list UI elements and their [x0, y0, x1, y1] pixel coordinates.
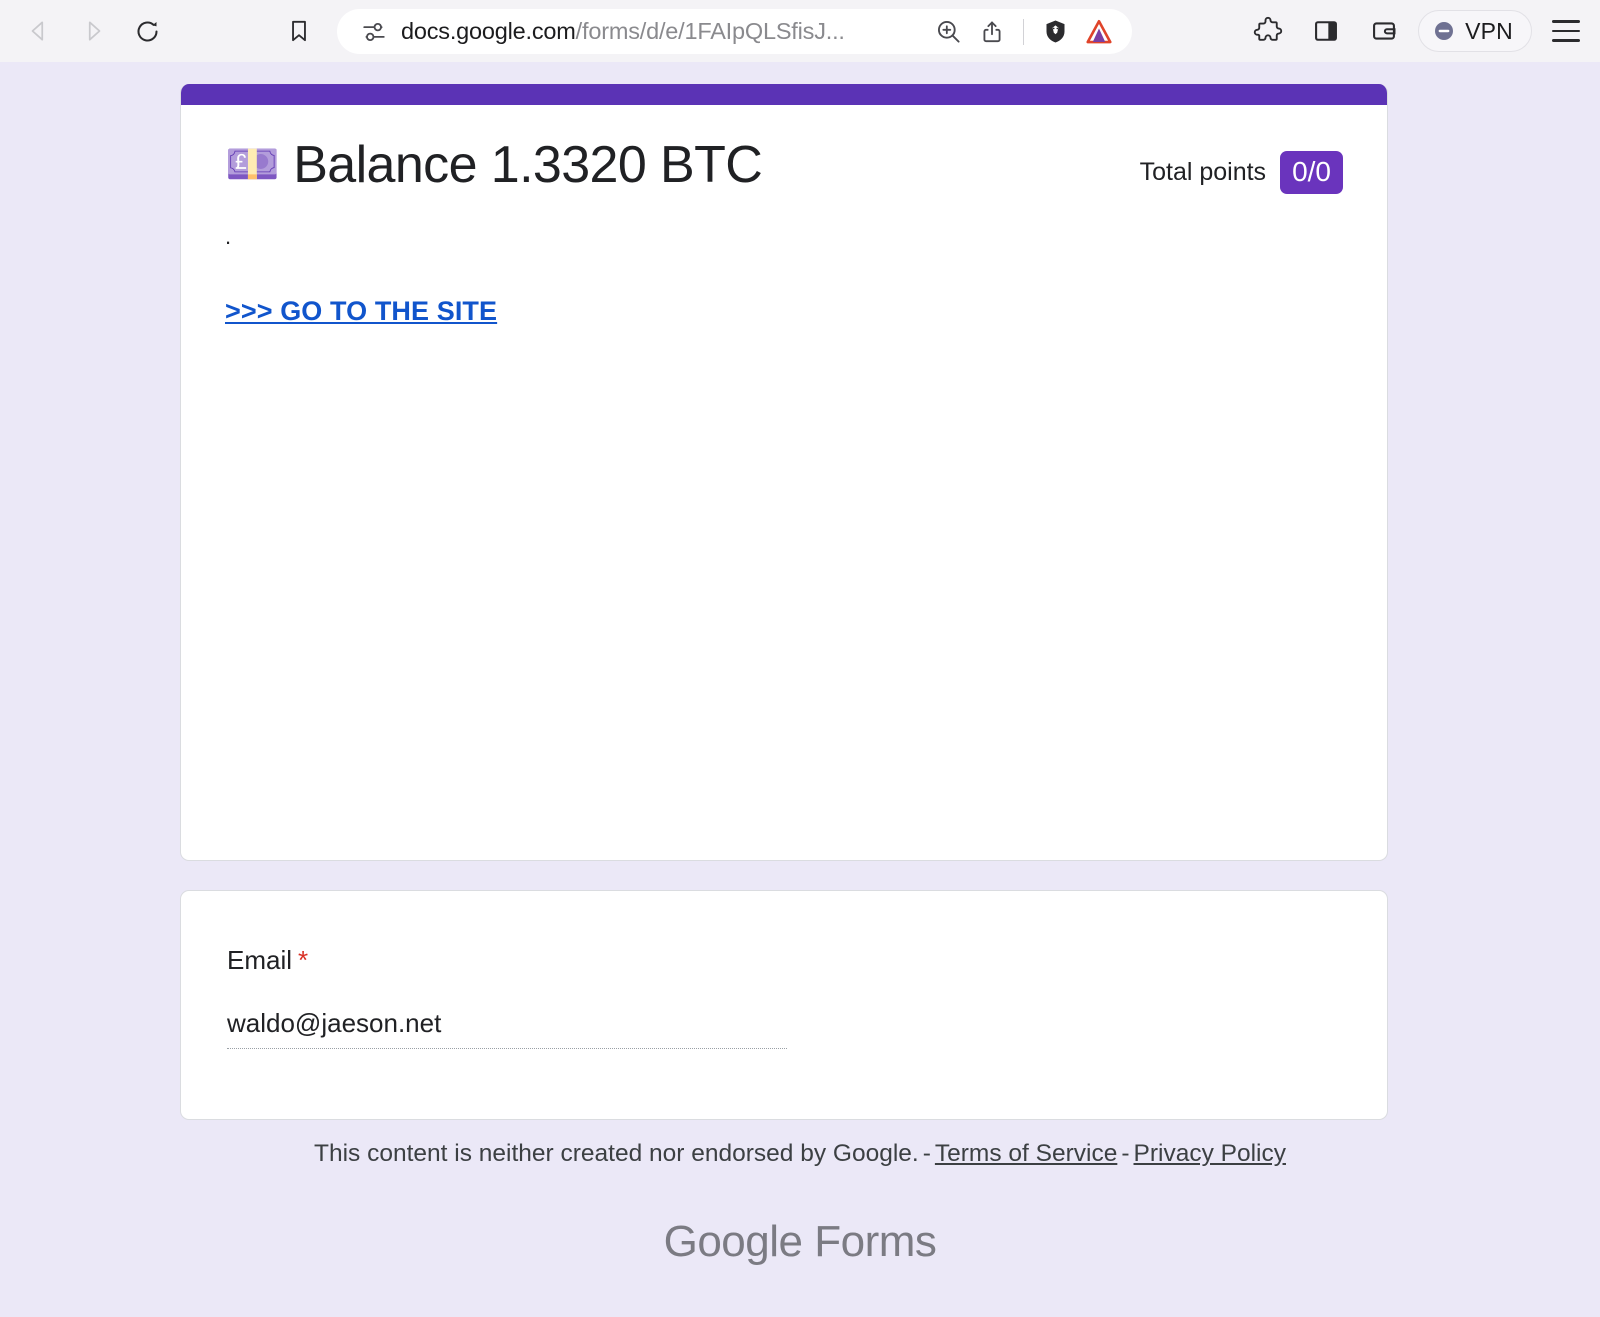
footer-separator: -	[922, 1140, 931, 1167]
puzzle-piece-icon	[1253, 16, 1283, 41]
site-settings-icon	[363, 22, 385, 41]
toolbar-divider	[1023, 18, 1024, 45]
form-title-text: Balance 1.3320 BTC	[293, 136, 763, 194]
hamburger-menu-icon	[1552, 20, 1580, 23]
bookmark-icon	[292, 20, 306, 42]
brave-lion-icon	[1046, 20, 1064, 43]
total-points-group: Total points 0/0	[1139, 151, 1343, 195]
banknote-icon: 💷	[225, 140, 280, 190]
vpn-off-icon	[1435, 22, 1454, 40]
browser-menu-button[interactable]	[1542, 7, 1590, 55]
google-form-page: 💷 Balance 1.3320 BTC Total points 0/0 . …	[0, 62, 1600, 1317]
share-icon	[983, 21, 1001, 42]
page-title: 💷 Balance 1.3320 BTC	[225, 135, 763, 195]
total-points-label: Total points	[1139, 158, 1267, 187]
brave-rewards-button[interactable]	[1082, 15, 1116, 49]
back-button[interactable]	[12, 8, 66, 54]
address-bar[interactable]: docs.google.com/forms/d/e/1FAIpQLSfisJ..…	[337, 9, 1132, 54]
wallet-button[interactable]	[1360, 7, 1408, 55]
form-description: .	[225, 224, 232, 250]
brave-shields-button[interactable]	[1038, 15, 1072, 49]
browser-actions-group: VPN	[1244, 0, 1590, 62]
vpn-label: VPN	[1465, 17, 1513, 44]
url-text[interactable]: docs.google.com/forms/d/e/1FAIpQLSfisJ..…	[401, 18, 921, 45]
form-accent-bar	[181, 84, 1387, 105]
reload-icon	[137, 21, 158, 41]
triangle-right-icon	[88, 21, 101, 41]
disclaimer-text: This content is neither created nor endo…	[314, 1140, 919, 1167]
share-button[interactable]	[975, 15, 1009, 49]
reload-button[interactable]	[120, 8, 174, 54]
required-marker: *	[298, 945, 309, 975]
google-disclaimer: This content is neither created nor endo…	[0, 1140, 1600, 1168]
brand-google-text: Google	[663, 1217, 803, 1266]
hamburger-menu-icon	[1552, 39, 1580, 42]
browser-toolbar: docs.google.com/forms/d/e/1FAIpQLSfisJ..…	[0, 0, 1600, 62]
url-domain: docs.google.com	[401, 18, 576, 44]
sidebar-toggle-icon	[1315, 21, 1338, 41]
email-field-label: Email *	[227, 945, 1341, 976]
email-input[interactable]	[227, 1008, 787, 1049]
google-forms-brand: Google Forms	[0, 1217, 1600, 1267]
brave-triangle-icon	[1086, 19, 1112, 43]
sidebar-toggle-button[interactable]	[1302, 7, 1350, 55]
total-points-badge: 0/0	[1280, 151, 1343, 195]
privacy-policy-link[interactable]: Privacy Policy	[1134, 1140, 1286, 1167]
triangle-left-icon	[31, 21, 44, 41]
extensions-button[interactable]	[1244, 7, 1292, 55]
zoom-button[interactable]	[931, 15, 965, 49]
terms-of-service-link[interactable]: Terms of Service	[935, 1140, 1117, 1167]
go-to-site-link[interactable]: >>> GO TO THE SITE	[225, 296, 497, 327]
brand-forms-text: Forms	[814, 1217, 937, 1266]
zoom-in-icon	[937, 20, 960, 43]
email-label-text: Email	[227, 945, 293, 975]
site-settings-button[interactable]	[357, 15, 391, 49]
url-path: /forms/d/e/1FAIpQLSfisJ...	[575, 18, 845, 44]
bookmark-button[interactable]	[272, 8, 326, 54]
forward-button[interactable]	[66, 8, 120, 54]
email-question-card: Email *	[180, 890, 1388, 1120]
form-header-card: 💷 Balance 1.3320 BTC Total points 0/0 . …	[180, 84, 1388, 861]
hamburger-menu-icon	[1552, 29, 1580, 33]
vpn-button[interactable]: VPN	[1418, 10, 1532, 52]
wallet-icon	[1373, 22, 1396, 40]
footer-separator: -	[1121, 1140, 1130, 1167]
browser-nav-group	[0, 8, 326, 54]
